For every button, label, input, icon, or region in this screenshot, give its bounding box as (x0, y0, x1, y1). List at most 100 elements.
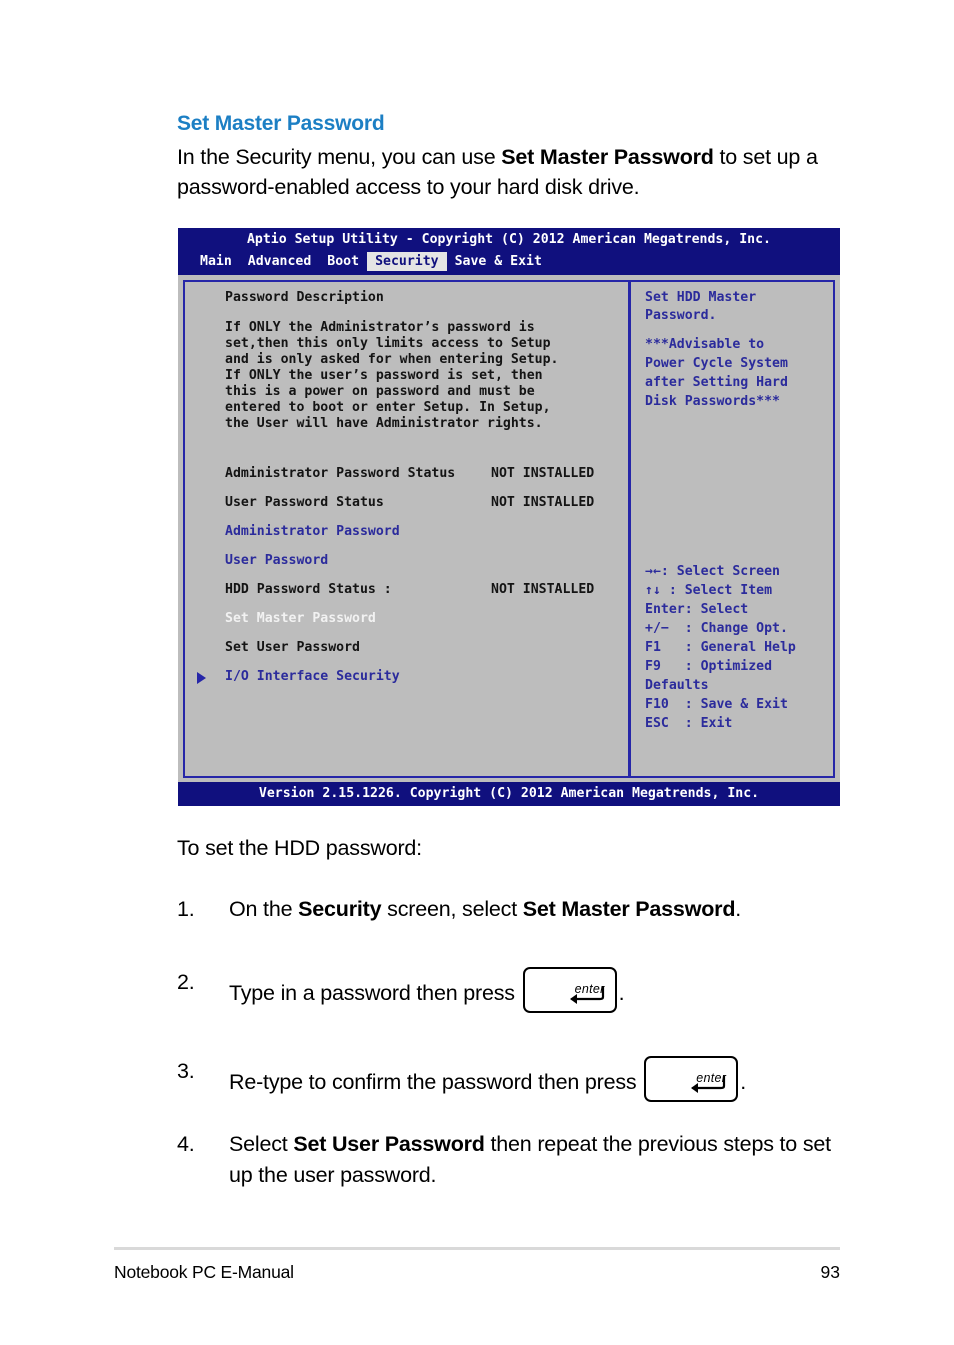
user-password-status-label: User Password Status (225, 495, 384, 510)
legend-action-1: Select Item (684, 583, 773, 598)
legend-sep-4: : (660, 640, 701, 655)
description-line-0: If ONLY the Administrator’s password is (225, 320, 535, 335)
help-line-0: Set HDD Master (645, 290, 757, 305)
bios-title: Aptio Setup Utility - Copyright (C) 2012… (246, 232, 771, 247)
legend-sep-7: : (668, 697, 701, 712)
legend-action-2: Select (700, 602, 749, 617)
legend-sep-0: : (660, 564, 677, 579)
step-3-part-3: . (740, 1070, 747, 1094)
legend-action-8: Exit (700, 716, 733, 731)
step-2-number: 2. (177, 970, 195, 994)
hdd-password-status-value: NOT INSTALLED (491, 582, 595, 597)
legend-action-5: Optimized (700, 659, 773, 674)
user-password-status-value: NOT INSTALLED (491, 495, 595, 510)
bios-tab-advanced[interactable]: Advanced (240, 252, 320, 271)
step-1-part-2: screen, select (381, 897, 523, 921)
legend-defaults-cont: Defaults (645, 678, 709, 693)
help-line-3: ***Advisable to (645, 337, 765, 352)
legend-enter-select: Enter: Select (645, 602, 748, 618)
step-1-part-3: . (735, 897, 742, 921)
description-line-6: the User will have Administrator rights. (225, 416, 543, 431)
bios-tab-save-exit[interactable]: Save & Exit (447, 252, 550, 271)
page-title: Set Master Password (177, 112, 385, 135)
legend-key-plus-minus: +/− (645, 621, 669, 636)
description-line-3: If ONLY the user’s password is set, then (225, 368, 543, 383)
administrator-password-item[interactable]: Administrator Password (225, 524, 400, 540)
admin-password-status-label: Administrator Password Status (225, 466, 456, 481)
legend-action-3: Change Opt. (700, 621, 788, 636)
legend-select-item: ↑↓ : Select Item (645, 583, 772, 599)
legend-key-arrows-ud: ↑↓ (645, 583, 661, 598)
legend-action-7: Save & Exit (700, 697, 788, 712)
intro-text-bold: Set Master Password (501, 145, 714, 169)
help-line-5: after Setting Hard (645, 375, 788, 390)
set-master-password-item[interactable]: Set Master Password (225, 611, 376, 627)
bios-tab-boot[interactable]: Boot (319, 252, 367, 271)
legend-optimized: F9 : Optimized (645, 659, 772, 675)
footer-divider (114, 1247, 840, 1250)
legend-sep-3: : (668, 621, 701, 636)
enter-key-icon: enter (522, 967, 617, 1013)
bios-titlebar: Aptio Setup Utility - Copyright (C) 2012… (178, 228, 840, 275)
legend-key-esc: ESC (645, 716, 669, 731)
step-2-part-3: . (618, 981, 625, 1005)
step-3-text: Re-type to confirm the password then pre… (229, 1056, 844, 1102)
set-user-password-item[interactable]: Set User Password (225, 640, 360, 656)
bios-tab-security[interactable]: Security (367, 252, 447, 271)
legend-key-arrows-lr: →← (645, 564, 661, 579)
bios-left-pane: Password Description If ONLY the Adminis… (185, 282, 628, 776)
admin-password-status-value: NOT INSTALLED (491, 466, 595, 481)
step-3-number: 3. (177, 1059, 195, 1083)
bios-screenshot: Aptio Setup Utility - Copyright (C) 2012… (178, 228, 840, 806)
description-line-5: entered to boot or enter Setup. In Setup… (225, 400, 551, 415)
footer-page-number: 93 (820, 1262, 840, 1282)
help-line-4: Power Cycle System (645, 356, 788, 371)
description-line-4: this is a power on password and must be (225, 384, 535, 399)
legend-sep-8: : (668, 716, 701, 731)
step-1-part-1: On the (229, 897, 299, 921)
enter-key-icon: enter (644, 1056, 739, 1102)
bios-menu-bar[interactable]: Main Advanced Boot Security Save & Exit (192, 252, 550, 271)
legend-key-f1: F1 (645, 640, 661, 655)
legend-change-opt: +/− : Change Opt. (645, 621, 788, 637)
legend-sep-1: : (660, 583, 685, 598)
legend-sep-5: : (660, 659, 701, 674)
io-interface-security-item[interactable]: I/O Interface Security (225, 669, 400, 685)
step-4-text: Select Set User Password then repeat the… (229, 1129, 844, 1191)
user-password-item[interactable]: User Password (225, 553, 328, 569)
help-line-1: Password. (645, 308, 717, 323)
instructions-lead: To set the HDD password: (177, 836, 422, 860)
enter-arrow-icon (691, 1075, 726, 1093)
step-4-number: 4. (177, 1132, 195, 1156)
step-1-bold-2: Set Master Password (522, 897, 736, 921)
bios-version-footer: Version 2.15.1226. Copyright (C) 2012 Am… (178, 782, 840, 806)
step-2-text: Type in a password then press enter. (229, 967, 844, 1013)
hdd-password-status-label: HDD Password Status : (225, 582, 392, 597)
legend-sep-2 (693, 602, 701, 617)
step-4-part-1: Select (229, 1132, 294, 1156)
submenu-arrow-icon (197, 672, 206, 684)
legend-exit: ESC : Exit (645, 716, 732, 732)
step-1-text: On the Security screen, select Set Maste… (229, 894, 844, 925)
legend-select-screen: →←: Select Screen (645, 564, 780, 580)
legend-general-help: F1 : General Help (645, 640, 796, 656)
step-3-part-1: Re-type to confirm the password then pre… (229, 1070, 643, 1094)
legend-action-0: Select Screen (676, 564, 780, 579)
bios-body: Password Description If ONLY the Adminis… (183, 280, 835, 778)
legend-action-4: General Help (700, 640, 796, 655)
step-2-part-1: Type in a password then press (229, 981, 521, 1005)
legend-key-f9: F9 (645, 659, 661, 674)
footer-document-title: Notebook PC E-Manual (114, 1262, 294, 1282)
step-1-bold-1: Security (298, 897, 382, 921)
password-description-heading: Password Description (225, 290, 384, 305)
help-line-6: Disk Passwords*** (645, 394, 780, 409)
manual-page: Set Master Password In the Security menu… (0, 0, 954, 1345)
enter-arrow-icon (569, 986, 604, 1004)
bios-tab-main[interactable]: Main (192, 252, 240, 271)
intro-paragraph: In the Security menu, you can use Set Ma… (177, 142, 849, 202)
legend-key-f10: F10 (645, 697, 669, 712)
description-line-1: set,then this only limits access to Setu… (225, 336, 551, 351)
step-4-bold-1: Set User Password (293, 1132, 485, 1156)
intro-text-1: In the Security menu, you can use (177, 145, 502, 169)
legend-save-exit: F10 : Save & Exit (645, 697, 788, 713)
